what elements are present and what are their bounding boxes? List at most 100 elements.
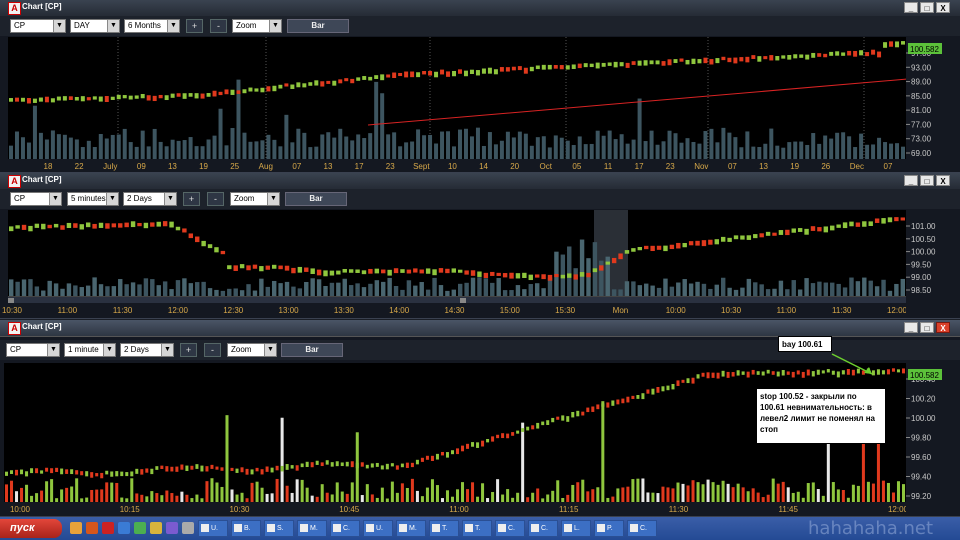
firefox-icon[interactable] — [86, 522, 98, 534]
zoom-select[interactable]: Zoom ▼ — [232, 19, 282, 33]
volume-bar — [74, 139, 79, 159]
close-button[interactable]: X — [936, 322, 950, 333]
candle — [100, 472, 104, 479]
volume-bar — [637, 285, 643, 296]
volume-bar — [390, 481, 394, 502]
close-button[interactable]: X — [936, 175, 950, 186]
app-icon: A — [8, 2, 21, 15]
volume-bar — [673, 133, 678, 159]
volume-bar — [496, 479, 500, 502]
interval-select[interactable]: DAY ▼ — [70, 19, 120, 33]
candle — [239, 264, 245, 269]
app-icon[interactable] — [166, 522, 178, 534]
price-tick-label: 77.00 — [911, 120, 932, 129]
volume-bar — [272, 139, 277, 159]
range-select[interactable]: 6 Months ▼ — [124, 19, 180, 33]
taskbar-item[interactable]: C. — [495, 520, 525, 537]
volume-bar — [207, 288, 213, 296]
taskbar-item[interactable]: U. — [363, 520, 393, 537]
taskbar-item[interactable]: C. — [627, 520, 657, 537]
price-plot[interactable] — [8, 210, 906, 296]
browser-icon[interactable] — [118, 522, 130, 534]
app-icon[interactable] — [182, 522, 194, 534]
bar-style-button[interactable]: Bar — [287, 19, 349, 33]
taskbar-item[interactable]: B. — [231, 520, 261, 537]
zoom-out-button[interactable]: - — [207, 192, 224, 206]
volume-bar — [392, 132, 397, 159]
minimize-button[interactable]: _ — [904, 322, 918, 333]
taskbar-item[interactable]: U. — [198, 520, 228, 537]
minimize-button[interactable]: _ — [904, 2, 918, 13]
taskbar-item[interactable]: T. — [462, 520, 492, 537]
time-tick-label: 23 — [386, 162, 395, 171]
candle — [637, 60, 642, 66]
maximize-button[interactable]: □ — [920, 322, 934, 333]
price-plot[interactable] — [8, 37, 906, 159]
symbol-value: CP — [14, 21, 26, 30]
volume-bar — [224, 145, 229, 159]
volume-bar — [817, 281, 822, 296]
taskbar-item-label: M. — [310, 525, 318, 532]
zoom-out-button[interactable]: - — [210, 19, 227, 33]
candle — [708, 239, 713, 245]
taskbar-item[interactable]: P. — [594, 520, 624, 537]
volume-bar — [736, 483, 740, 502]
minimize-button[interactable]: _ — [904, 175, 918, 186]
taskbar-item[interactable]: M. — [396, 520, 426, 537]
candle — [776, 371, 780, 377]
candle — [559, 65, 564, 70]
zoom-select[interactable]: Zoom ▼ — [227, 343, 277, 357]
taskbar-item[interactable]: L. — [561, 520, 591, 537]
candle — [740, 235, 745, 240]
window-titlebar[interactable]: A Chart [CP] _ □ X — [0, 173, 960, 190]
taskbar-item[interactable]: S. — [264, 520, 294, 537]
taskbar-item[interactable]: T. — [429, 520, 459, 537]
candle — [270, 467, 274, 473]
candle — [894, 217, 899, 222]
maximize-button[interactable]: □ — [920, 175, 934, 186]
chart-toolbar: CP ▼ 5 minutes ▼ 2 Days ▼ + - Zoom ▼ Bar — [0, 189, 960, 209]
window-titlebar[interactable]: A Chart [CP] _ □ X — [0, 0, 960, 17]
taskbar-item[interactable]: M. — [297, 520, 327, 537]
candle — [92, 223, 97, 229]
zoom-out-button[interactable]: - — [204, 343, 221, 357]
candle — [95, 473, 99, 477]
range-select[interactable]: 2 Days ▼ — [123, 192, 177, 206]
volume-bar — [56, 134, 61, 159]
candle — [726, 371, 730, 378]
start-button[interactable]: пуск — [0, 519, 62, 538]
close-button[interactable]: X — [936, 2, 950, 13]
folder-icon[interactable] — [70, 522, 82, 534]
maximize-button[interactable]: □ — [920, 2, 934, 13]
candle — [420, 457, 424, 462]
volume-bar — [463, 128, 468, 159]
zoom-select[interactable]: Zoom ▼ — [230, 192, 280, 206]
symbol-select[interactable]: CP ▼ — [10, 19, 66, 33]
interval-select[interactable]: 5 minutes ▼ — [67, 192, 119, 206]
candle — [663, 245, 668, 252]
taskbar-item[interactable]: C. — [330, 520, 360, 537]
bar-style-button[interactable]: Bar — [281, 343, 343, 357]
app-icon[interactable] — [150, 522, 162, 534]
candle — [275, 465, 279, 471]
candle — [571, 64, 576, 69]
volume-bar — [775, 145, 780, 159]
zoom-in-button[interactable]: + — [186, 19, 203, 33]
candle — [605, 261, 610, 265]
volume-bar — [841, 132, 846, 159]
opera-icon[interactable] — [102, 522, 114, 534]
zoom-in-button[interactable]: + — [180, 343, 197, 357]
symbol-select[interactable]: CP ▼ — [10, 192, 62, 206]
time-tick-label: 12:00 — [168, 306, 189, 315]
symbol-select[interactable]: CP ▼ — [6, 343, 60, 357]
app-icon[interactable] — [134, 522, 146, 534]
interval-select[interactable]: 1 minute ▼ — [64, 343, 116, 357]
candle — [227, 265, 232, 270]
zoom-in-button[interactable]: + — [183, 192, 200, 206]
bar-style-button[interactable]: Bar — [285, 192, 347, 206]
candle — [368, 76, 373, 81]
candle — [5, 471, 9, 476]
window-titlebar[interactable]: A Chart [CP] _ □ X — [0, 320, 960, 337]
taskbar-item[interactable]: C. — [528, 520, 558, 537]
range-select[interactable]: 2 Days ▼ — [120, 343, 174, 357]
